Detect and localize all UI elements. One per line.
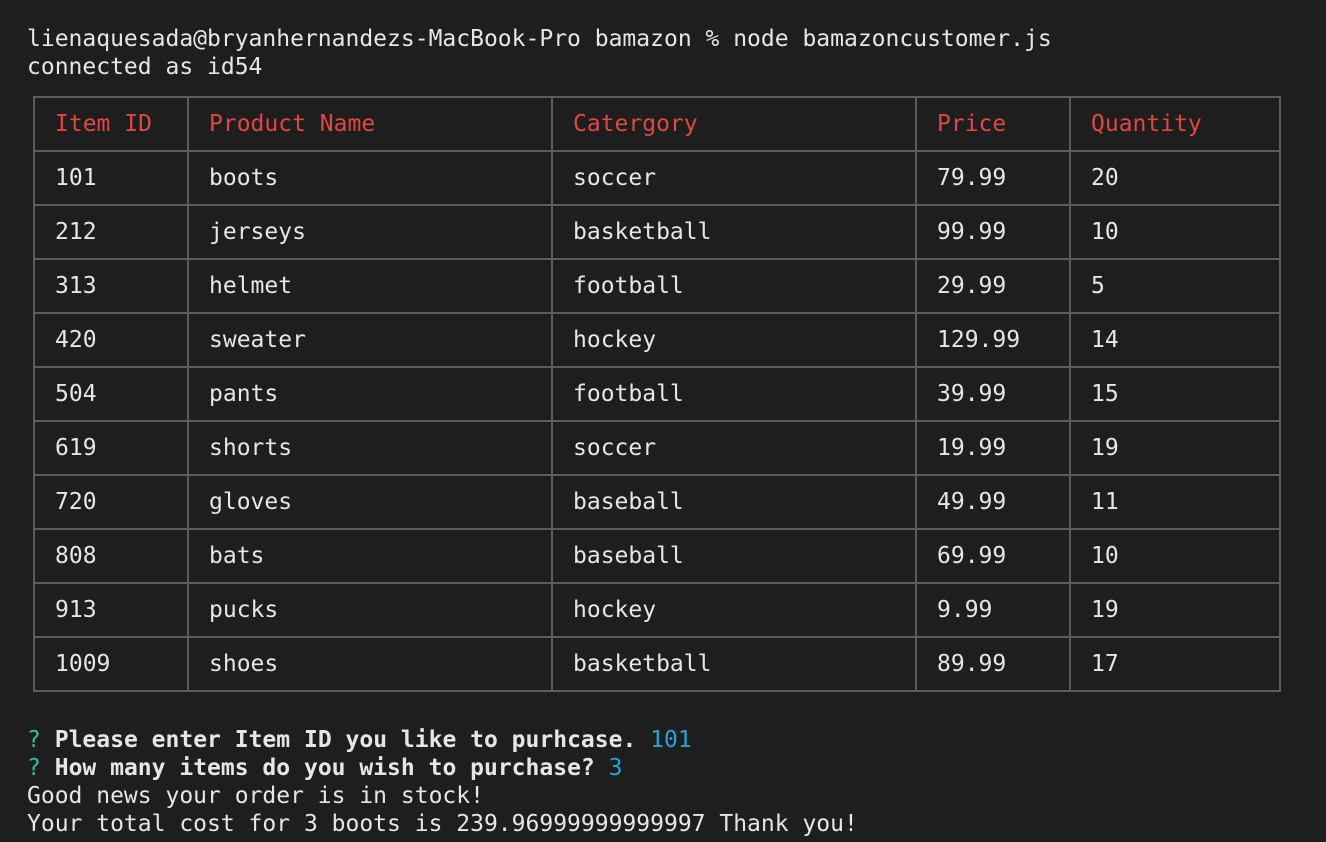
cell-item-id: 1009 [33, 636, 189, 692]
prompt-marker-icon: ? [27, 755, 41, 781]
cell-quantity: 11 [1069, 474, 1281, 530]
cell-price: 69.99 [915, 528, 1071, 584]
cell-category: soccer [551, 150, 917, 206]
header-quantity: Quantity [1069, 96, 1281, 152]
cell-price: 39.99 [915, 366, 1071, 422]
cell-price: 49.99 [915, 474, 1071, 530]
cell-category: football [551, 258, 917, 314]
cell-product-name: pucks [187, 582, 553, 638]
cell-item-id: 420 [33, 312, 189, 368]
prompt-question: Please enter Item ID you like to purhcas… [54, 727, 637, 753]
cell-category: hockey [551, 312, 917, 368]
cell-quantity: 15 [1069, 366, 1281, 422]
table-row: 101 boots soccer 79.99 20 [33, 150, 1281, 206]
cell-price: 129.99 [915, 312, 1071, 368]
cell-category: football [551, 366, 917, 422]
connected-status: connected as id54 [27, 54, 263, 80]
cell-product-name: gloves [187, 474, 553, 530]
prompt-question: How many items do you wish to purchase? [54, 755, 595, 781]
header-price: Price [915, 96, 1071, 152]
cell-quantity: 19 [1069, 582, 1281, 638]
cell-product-name: shorts [187, 420, 553, 476]
cell-product-name: pants [187, 366, 553, 422]
table-header-row: Item ID Product Name Catergory Price Qua… [33, 96, 1281, 152]
table-row: 720 gloves baseball 49.99 11 [33, 474, 1281, 530]
cell-quantity: 17 [1069, 636, 1281, 692]
header-category: Catergory [551, 96, 917, 152]
cell-item-id: 313 [33, 258, 189, 314]
prompt-marker-icon: ? [27, 727, 41, 753]
cell-price: 29.99 [915, 258, 1071, 314]
cell-category: basketball [551, 204, 917, 260]
prompt-quantity: ? How many items do you wish to purchase… [27, 754, 1317, 782]
total-message: Your total cost for 3 boots is 239.96999… [27, 811, 858, 837]
stock-message: Good news your order is in stock! [27, 783, 484, 809]
cell-category: baseball [551, 474, 917, 530]
cell-product-name: sweater [187, 312, 553, 368]
header-product-name: Product Name [187, 96, 553, 152]
cell-quantity: 14 [1069, 312, 1281, 368]
table-row: 913 pucks hockey 9.99 19 [33, 582, 1281, 638]
cell-category: basketball [551, 636, 917, 692]
cell-product-name: boots [187, 150, 553, 206]
command-line: lienaquesada@bryanhernandezs-MacBook-Pro… [27, 26, 1052, 52]
cell-category: hockey [551, 582, 917, 638]
cell-price: 9.99 [915, 582, 1071, 638]
cell-item-id: 212 [33, 204, 189, 260]
terminal-header: lienaquesada@bryanhernandezs-MacBook-Pro… [27, 25, 1317, 81]
cell-product-name: bats [187, 528, 553, 584]
cell-item-id: 913 [33, 582, 189, 638]
prompt-item-id: ? Please enter Item ID you like to purhc… [27, 726, 1317, 754]
cell-category: baseball [551, 528, 917, 584]
table-row: 420 sweater hockey 129.99 14 [33, 312, 1281, 368]
cell-quantity: 5 [1069, 258, 1281, 314]
cell-quantity: 19 [1069, 420, 1281, 476]
cell-product-name: helmet [187, 258, 553, 314]
table-row: 212 jerseys basketball 99.99 10 [33, 204, 1281, 260]
cell-quantity: 10 [1069, 528, 1281, 584]
cell-price: 19.99 [915, 420, 1071, 476]
table-row: 504 pants football 39.99 15 [33, 366, 1281, 422]
cell-price: 79.99 [915, 150, 1071, 206]
cell-product-name: shoes [187, 636, 553, 692]
cell-product-name: jerseys [187, 204, 553, 260]
cell-category: soccer [551, 420, 917, 476]
table-row: 619 shorts soccer 19.99 19 [33, 420, 1281, 476]
prompt-answer-input[interactable]: 101 [650, 727, 692, 753]
cell-price: 99.99 [915, 204, 1071, 260]
table-row: 313 helmet football 29.99 5 [33, 258, 1281, 314]
cell-item-id: 101 [33, 150, 189, 206]
cell-quantity: 10 [1069, 204, 1281, 260]
cell-quantity: 20 [1069, 150, 1281, 206]
header-item-id: Item ID [33, 96, 189, 152]
table-row: 1009 shoes basketball 89.99 17 [33, 636, 1281, 692]
products-table: Item ID Product Name Catergory Price Qua… [33, 96, 1281, 692]
cell-price: 89.99 [915, 636, 1071, 692]
cell-item-id: 720 [33, 474, 189, 530]
prompt-output: ? Please enter Item ID you like to purhc… [27, 726, 1317, 838]
cell-item-id: 808 [33, 528, 189, 584]
cell-item-id: 504 [33, 366, 189, 422]
prompt-answer-input[interactable]: 3 [609, 755, 623, 781]
cell-item-id: 619 [33, 420, 189, 476]
table-row: 808 bats baseball 69.99 10 [33, 528, 1281, 584]
